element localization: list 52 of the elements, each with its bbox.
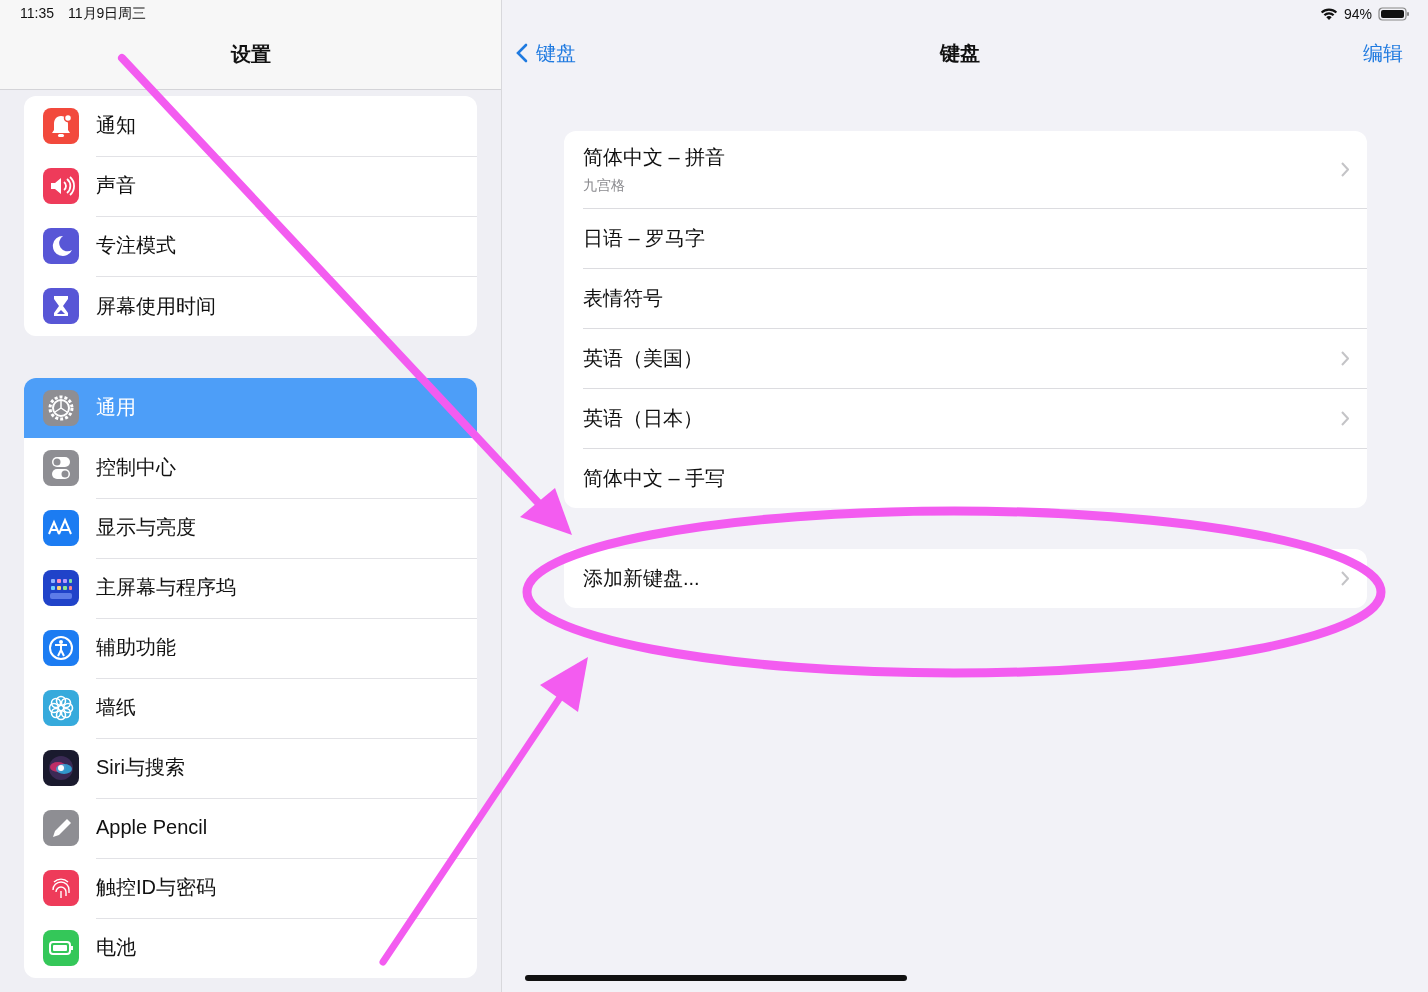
back-button[interactable]: 键盘 [516,39,716,67]
status-date: 11月9日周三 [68,5,147,23]
accessibility-icon [43,630,79,666]
settings-item[interactable]: 电池 [24,918,477,978]
fingerprint-icon [43,870,79,906]
keyboard-item[interactable]: 简体中文 – 手写 [583,449,1367,508]
settings-item[interactable]: 专注模式 [24,216,477,276]
settings-item[interactable]: Siri与搜索 [24,738,477,798]
wifi-icon [1319,7,1338,21]
pencil-icon [43,810,79,846]
edit-button[interactable]: 编辑 [1203,39,1403,67]
sidebar-title: 设置 [230,42,271,67]
toggles-icon [43,450,79,486]
settings-item[interactable]: 显示与亮度 [24,498,477,558]
keyboard-item[interactable]: 简体中文 – 拼音 九宫格 [583,131,1367,209]
settings-item[interactable]: 主屏幕与程序坞 [24,558,477,618]
settings-item[interactable]: 控制中心 [24,438,477,498]
page-title: 键盘 [938,40,981,66]
settings-item[interactable]: 通知 [24,96,477,156]
keyboard-name: 添加新键盘... [583,566,701,591]
back-chevron-icon [516,43,528,63]
bell-icon [43,108,79,144]
keyboard-name: 表情符号 [583,286,664,311]
keyboard-item[interactable]: 添加新键盘... [583,549,1367,608]
gear-icon [43,390,79,426]
battery-percent: 94% [1343,6,1372,22]
settings-item[interactable]: Apple Pencil [24,798,477,858]
settings-item[interactable]: 辅助功能 [24,618,477,678]
speaker-icon [43,168,79,204]
moon-icon [43,228,79,264]
status-time: 11:35 [20,5,54,23]
keyboard-item[interactable]: 日语 – 罗马字 [583,209,1367,269]
keyboard-item[interactable]: 英语（美国） [583,329,1367,389]
siri-icon [43,750,79,786]
keyboard-name: 简体中文 – 手写 [583,466,727,491]
keyboard-item[interactable]: 表情符号 [583,269,1367,329]
keyboard-item[interactable]: 英语（日本） [583,389,1367,449]
settings-item[interactable]: 声音 [24,156,477,216]
battery-icon [43,930,79,966]
keyboard-name: 简体中文 – 拼音 [583,145,727,170]
hourglass-icon [43,288,79,324]
keyboard-name: 日语 – 罗马字 [583,226,707,251]
text-size-icon [43,510,79,546]
settings-item[interactable]: 触控ID与密码 [24,858,477,918]
settings-item[interactable]: 屏幕使用时间 [24,276,477,336]
keyboard-name: 英语（日本） [583,406,704,431]
flower-icon [43,690,79,726]
keyboard-name: 英语（美国） [583,346,704,371]
app-grid-icon [43,570,79,606]
settings-item[interactable]: 墙纸 [24,678,477,738]
keyboard-layout: 九宫格 [583,177,626,195]
battery-icon [1378,7,1410,21]
